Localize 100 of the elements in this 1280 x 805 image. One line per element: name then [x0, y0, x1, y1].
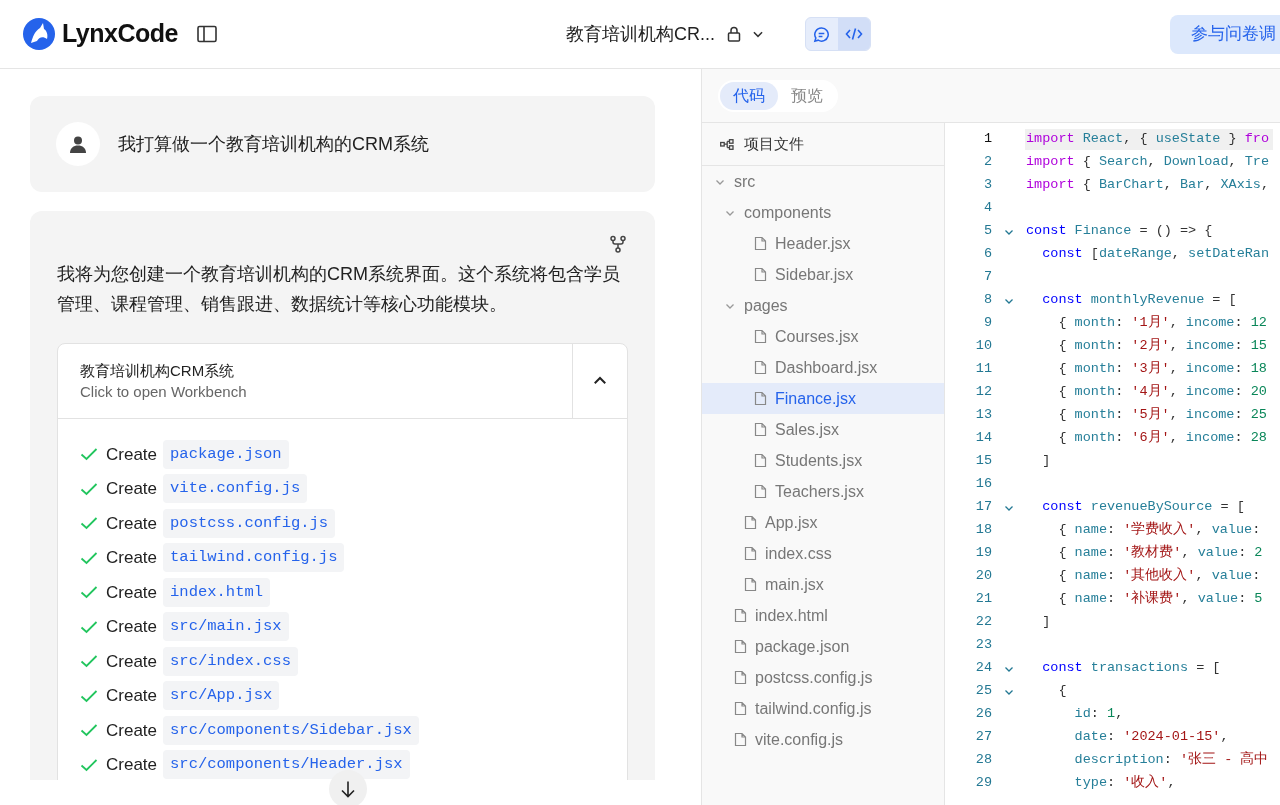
file-path: vite.config.js	[163, 474, 308, 504]
line-number: 9	[982, 314, 992, 333]
step-action: Create	[106, 754, 158, 776]
code-line: { month: '3月', income: 18	[1057, 360, 1268, 379]
file-icon	[734, 701, 747, 716]
step-action: Create	[106, 685, 158, 707]
line-number: 26	[974, 705, 992, 724]
file-item[interactable]: Sales.jsx	[702, 414, 944, 445]
code-icon	[844, 26, 863, 42]
lynx-logo-icon	[22, 17, 56, 51]
survey-button[interactable]: 参与问卷调	[1170, 14, 1280, 54]
file-icon	[754, 391, 767, 406]
line-number: 23	[974, 636, 992, 655]
code-line: import { BarChart, Bar, XAxis,	[1025, 176, 1271, 195]
code-line: description: '张三 - 高中	[1073, 750, 1270, 770]
line-number: 22	[974, 613, 992, 632]
code-line: { month: '1月', income: 12	[1057, 314, 1268, 333]
project-title: 教育培训机构CR...	[565, 22, 715, 46]
file-item[interactable]: Teachers.jsx	[702, 476, 944, 507]
branch-icon[interactable]	[609, 235, 627, 253]
file-item[interactable]: tailwind.config.js	[702, 693, 944, 724]
user-message-text: 我打算做一个教育培训机构的CRM系统	[118, 132, 429, 156]
code-line: { month: '6月', income: 28	[1057, 429, 1268, 448]
code-line: { month: '5月', income: 25	[1057, 406, 1268, 425]
file-icon	[754, 267, 767, 282]
assistant-message-text: 我将为您创建一个教育培训机构的CRM系统界面。这个系统将包含学员管理、课程管理、销售跟进、数据统计等核心功能模块。	[57, 263, 621, 316]
folder-item[interactable]: pages	[702, 290, 944, 321]
logo-text: LynxCode	[62, 18, 178, 50]
file-item[interactable]: Finance.jsx	[702, 383, 944, 414]
code-line: ]	[1041, 452, 1052, 471]
line-number: 2	[982, 153, 992, 172]
file-item[interactable]: Dashboard.jsx	[702, 352, 944, 383]
line-number: 19	[974, 544, 992, 563]
file-item[interactable]: Header.jsx	[702, 228, 944, 259]
step-action: Create	[106, 547, 158, 569]
line-number: 8	[982, 291, 992, 310]
code-line: { name: '补课费', value: 5	[1057, 589, 1264, 609]
file-icon	[754, 360, 767, 375]
file-path: tailwind.config.js	[163, 543, 345, 573]
code-line: { name: '学费收入', value:	[1057, 520, 1262, 540]
line-number: 24	[974, 659, 992, 678]
file-item[interactable]: main.jsx	[702, 569, 944, 600]
file-icon	[744, 577, 757, 592]
file-path: src/index.css	[163, 646, 298, 676]
view-tab[interactable]: 代码	[720, 81, 778, 110]
file-icon	[754, 422, 767, 437]
file-icon	[754, 484, 767, 499]
line-number: 7	[982, 268, 992, 287]
file-item[interactable]: index.css	[702, 538, 944, 569]
line-number: 18	[974, 521, 992, 540]
step-action: Create	[106, 443, 158, 466]
file-item[interactable]: index.html	[702, 600, 944, 631]
file-item[interactable]: vite.config.js	[702, 724, 944, 755]
line-number: 21	[974, 590, 992, 609]
file-item[interactable]: Courses.jsx	[702, 321, 944, 352]
code-line: type: '收入',	[1073, 773, 1177, 793]
arrow-down-icon	[340, 780, 356, 798]
code-line: ]	[1041, 613, 1052, 632]
code-line: const transactions = [	[1041, 659, 1222, 678]
code-view-button[interactable]	[837, 18, 870, 50]
file-path: src/components/Header.jsx	[163, 750, 410, 780]
file-item[interactable]: Sidebar.jsx	[702, 259, 944, 290]
folder-item[interactable]: components	[702, 197, 944, 228]
code-line: id: 1,	[1073, 705, 1125, 724]
step-action: Create	[106, 478, 158, 500]
code-line: { name: '其他收入', value:	[1057, 566, 1262, 586]
chat-bubble-icon	[813, 25, 831, 43]
code-line: {	[1057, 682, 1068, 701]
file-icon	[754, 453, 767, 468]
file-item[interactable]: Students.jsx	[702, 445, 944, 476]
line-number: 12	[974, 383, 992, 402]
file-icon	[734, 608, 747, 623]
file-icon	[754, 329, 767, 344]
line-number: 25	[974, 682, 992, 701]
step-action: Create	[106, 616, 158, 638]
workbench-open-button[interactable]: 教育培训机构CRM系统 Click to open Workbench	[58, 344, 572, 418]
code-line: const monthlyRevenue = [	[1041, 291, 1238, 310]
sidebar-toggle-icon[interactable]	[195, 23, 218, 45]
line-number: 4	[982, 199, 992, 218]
folder-item[interactable]: src	[702, 166, 944, 197]
file-icon	[734, 670, 747, 685]
code-line: { month: '2月', income: 15	[1057, 337, 1268, 356]
code-line: const revenueBySource = [	[1041, 498, 1246, 517]
file-path: src/App.jsx	[163, 681, 280, 711]
code-line: date: '2024-01-15',	[1073, 728, 1230, 747]
file-path: postcss.config.js	[163, 508, 336, 538]
line-number: 10	[974, 337, 992, 356]
file-path: src/main.jsx	[163, 612, 289, 642]
user-avatar-icon	[56, 122, 100, 166]
code-line: { name: '教材费', value: 2	[1057, 543, 1264, 563]
scroll-down-button[interactable]	[329, 770, 367, 805]
file-item[interactable]: App.jsx	[702, 507, 944, 538]
file-item[interactable]: package.json	[702, 631, 944, 662]
view-tab[interactable]: 预览	[778, 81, 836, 110]
line-number: 3	[982, 176, 992, 195]
step-action: Create	[106, 719, 158, 742]
file-icon	[734, 732, 747, 747]
file-icon	[744, 515, 757, 530]
file-item[interactable]: postcss.config.js	[702, 662, 944, 693]
step-action: Create	[106, 512, 158, 535]
